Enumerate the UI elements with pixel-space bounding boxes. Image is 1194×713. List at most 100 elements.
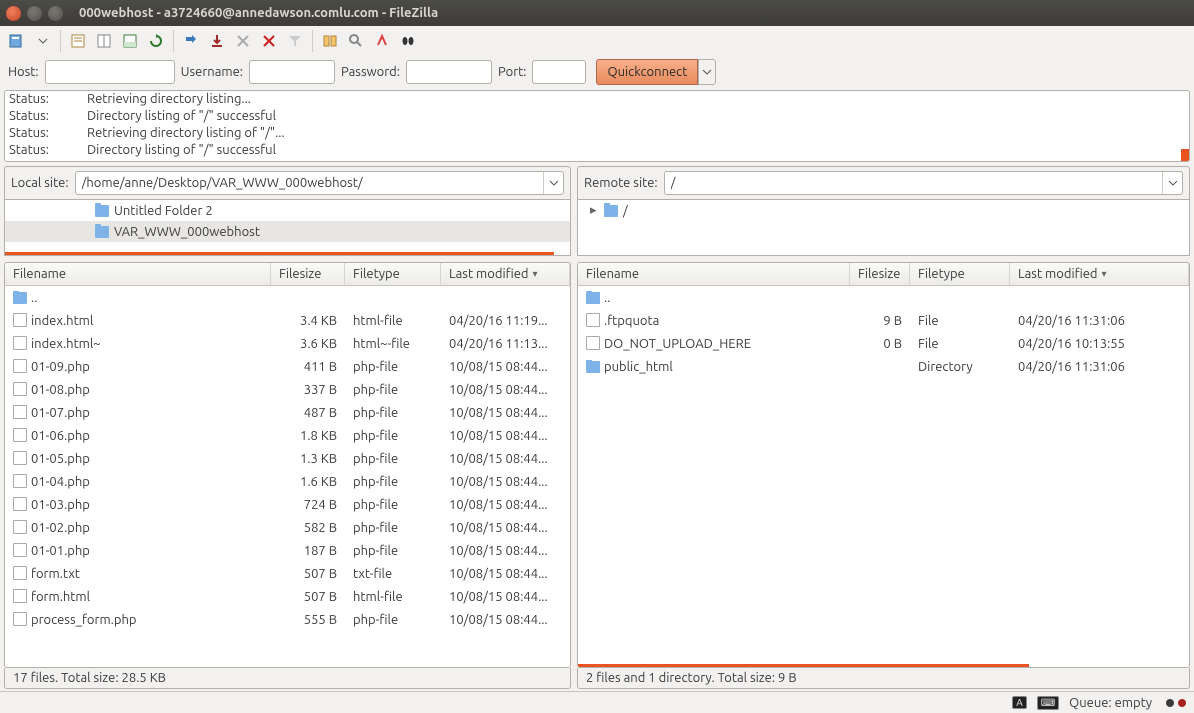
table-row[interactable]: 01-02.php582 Bphp-file10/08/15 08:44...: [5, 516, 570, 539]
cell-filename: ..: [578, 291, 850, 305]
transfer-indicator-icon: [1162, 696, 1186, 710]
sync-browse-icon[interactable]: [345, 30, 367, 52]
table-row[interactable]: .ftpquota9 BFile04/20/16 11:31:06: [578, 309, 1189, 332]
remote-path-combo[interactable]: [664, 171, 1183, 195]
tree-node-label: VAR_WWW_000webhost: [114, 225, 260, 239]
chevron-down-icon[interactable]: [1162, 172, 1182, 194]
cell-filetype: File: [910, 314, 1010, 328]
table-row[interactable]: 01-01.php187 Bphp-file10/08/15 08:44...: [5, 539, 570, 562]
cell-filetype: php-file: [345, 452, 441, 466]
cell-filesize: 0 B: [850, 337, 910, 351]
file-icon: [13, 428, 27, 442]
local-col-modified[interactable]: Last modified▾: [441, 263, 570, 285]
cell-filename: 01-03.php: [5, 497, 271, 512]
cell-filename: 01-05.php: [5, 451, 271, 466]
remote-tree-root[interactable]: ▸ /: [578, 200, 1189, 221]
site-manager-dropdown-icon[interactable]: [32, 30, 54, 52]
reconnect-icon[interactable]: [258, 30, 280, 52]
filter-icon[interactable]: [284, 30, 306, 52]
table-row[interactable]: public_htmlDirectory04/20/16 11:31:06: [578, 355, 1189, 378]
log-scroll-indicator[interactable]: [1181, 149, 1189, 161]
file-icon: [13, 382, 27, 396]
log-message: Retrieving directory listing...: [87, 91, 1185, 108]
table-row[interactable]: 01-07.php487 Bphp-file10/08/15 08:44...: [5, 401, 570, 424]
table-row[interactable]: 01-04.php1.6 KBphp-file10/08/15 08:44...: [5, 470, 570, 493]
cell-modified: 10/08/15 08:44...: [441, 383, 570, 397]
titlebar: 000webhost - a3724660@annedawson.comlu.c…: [0, 0, 1194, 26]
port-input[interactable]: [532, 60, 586, 84]
remote-col-filename[interactable]: Filename: [578, 263, 850, 285]
local-col-filetype[interactable]: Filetype: [345, 263, 441, 285]
file-icon: [13, 589, 27, 603]
toggle-queue-icon[interactable]: [119, 30, 141, 52]
find-icon[interactable]: [397, 30, 419, 52]
table-row[interactable]: DO_NOT_UPLOAD_HERE0 BFile04/20/16 10:13:…: [578, 332, 1189, 355]
table-row[interactable]: process_form.php555 Bphp-file10/08/15 08…: [5, 608, 570, 631]
folder-icon: [95, 205, 109, 217]
cell-filename: form.html: [5, 589, 271, 604]
file-icon: [13, 497, 27, 511]
cell-filename: process_form.php: [5, 612, 271, 627]
cell-modified: 10/08/15 08:44...: [441, 360, 570, 374]
quickconnect-bar: Host: Username: Password: Port: Quickcon…: [0, 56, 1194, 88]
table-row[interactable]: 01-05.php1.3 KBphp-file10/08/15 08:44...: [5, 447, 570, 470]
password-input[interactable]: [406, 60, 492, 84]
local-col-filesize[interactable]: Filesize: [271, 263, 345, 285]
table-row[interactable]: ..: [5, 286, 570, 309]
local-tree-node[interactable]: Untitled Folder 2: [5, 200, 570, 221]
table-row[interactable]: ..: [578, 286, 1189, 309]
disconnect-icon[interactable]: [232, 30, 254, 52]
remote-path-input[interactable]: [665, 172, 1162, 194]
cell-filetype: html~-file: [345, 337, 441, 351]
cell-filename: form.txt: [5, 566, 271, 581]
local-columns-header[interactable]: Filename Filesize Filetype Last modified…: [5, 263, 570, 286]
keyboard-indicator-icon: A: [1012, 696, 1027, 709]
remote-col-filesize[interactable]: Filesize: [850, 263, 910, 285]
cell-filename: index.html~: [5, 336, 271, 351]
log-status: Status:: [9, 142, 87, 159]
process-queue-icon[interactable]: [180, 30, 202, 52]
table-row[interactable]: form.txt507 Btxt-file10/08/15 08:44...: [5, 562, 570, 585]
username-input[interactable]: [249, 60, 335, 84]
host-input[interactable]: [45, 60, 175, 84]
local-file-list[interactable]: Filename Filesize Filetype Last modified…: [4, 262, 571, 668]
refresh-icon[interactable]: [145, 30, 167, 52]
remote-col-filetype[interactable]: Filetype: [910, 263, 1010, 285]
table-row[interactable]: 01-06.php1.8 KBphp-file10/08/15 08:44...: [5, 424, 570, 447]
chevron-down-icon[interactable]: [543, 172, 563, 194]
table-row[interactable]: form.html507 Bhtml-file10/08/15 08:44...: [5, 585, 570, 608]
remote-tree[interactable]: ▸ /: [577, 200, 1190, 256]
cell-filetype: File: [910, 337, 1010, 351]
remote-columns-header[interactable]: Filename Filesize Filetype Last modified…: [578, 263, 1189, 286]
cell-filetype: Directory: [910, 360, 1010, 374]
local-path-combo[interactable]: [75, 171, 564, 195]
remote-col-modified[interactable]: Last modified▾: [1010, 263, 1189, 285]
password-label: Password:: [341, 65, 400, 79]
local-path-input[interactable]: [76, 172, 543, 194]
cell-modified: 10/08/15 08:44...: [441, 544, 570, 558]
window-title: 000webhost - a3724660@annedawson.comlu.c…: [79, 6, 438, 20]
quickconnect-button[interactable]: Quickconnect: [596, 59, 698, 85]
quickconnect-dropdown-button[interactable]: [698, 59, 716, 85]
expand-icon[interactable]: ▸: [590, 203, 600, 218]
remote-file-list[interactable]: Filename Filesize Filetype Last modified…: [577, 262, 1190, 668]
table-row[interactable]: 01-09.php411 Bphp-file10/08/15 08:44...: [5, 355, 570, 378]
local-tree[interactable]: Untitled Folder 2 VAR_WWW_000webhost: [4, 200, 571, 256]
toggle-tree-icon[interactable]: [93, 30, 115, 52]
site-manager-icon[interactable]: [6, 30, 28, 52]
auto-icon[interactable]: [371, 30, 393, 52]
compare-icon[interactable]: [319, 30, 341, 52]
window-minimize-button[interactable]: [27, 6, 42, 21]
table-row[interactable]: 01-03.php724 Bphp-file10/08/15 08:44...: [5, 493, 570, 516]
cancel-icon[interactable]: [206, 30, 228, 52]
queue-status: Queue: empty: [1069, 696, 1152, 710]
table-row[interactable]: index.html3.4 KBhtml-file04/20/16 11:19.…: [5, 309, 570, 332]
table-row[interactable]: 01-08.php337 Bphp-file10/08/15 08:44...: [5, 378, 570, 401]
toggle-log-icon[interactable]: [67, 30, 89, 52]
local-col-filename[interactable]: Filename: [5, 263, 271, 285]
window-maximize-button[interactable]: [48, 6, 63, 21]
table-row[interactable]: index.html~3.6 KBhtml~-file04/20/16 11:1…: [5, 332, 570, 355]
window-close-button[interactable]: [6, 6, 21, 21]
local-tree-node[interactable]: VAR_WWW_000webhost: [5, 221, 570, 242]
message-log[interactable]: Status:Retrieving directory listing...St…: [4, 90, 1190, 162]
